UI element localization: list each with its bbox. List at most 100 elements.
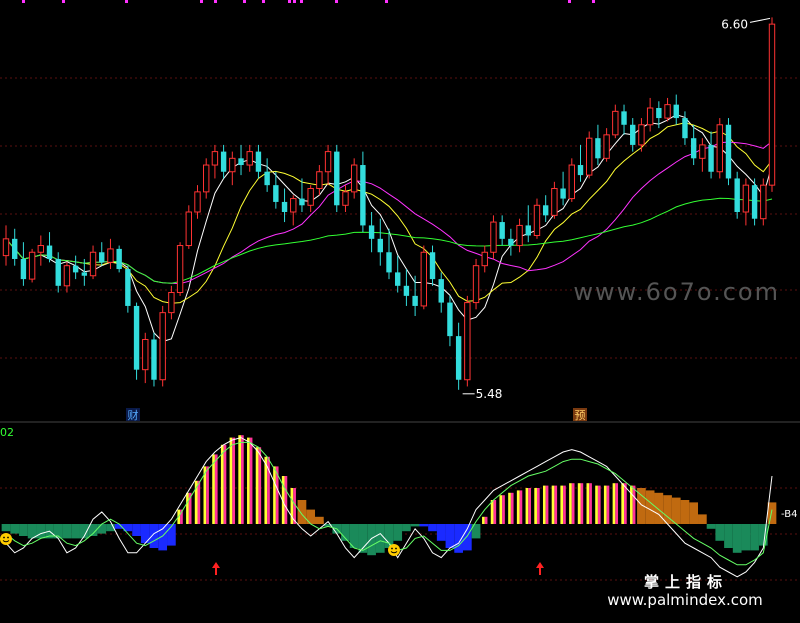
indicator-bar-yellow [273, 466, 276, 524]
candle-body-up [307, 188, 314, 206]
indicator-bar-red [493, 500, 497, 524]
indicator-bar-negative [750, 524, 759, 551]
candle-body-up [342, 191, 349, 206]
indicator-bar-negative [715, 524, 725, 541]
buy-arrow-icon [536, 562, 544, 575]
indicator-bar-negative [1, 524, 11, 532]
candle-body-down [734, 178, 740, 212]
indicator-bar-orange [680, 500, 690, 524]
candle-body-down [151, 339, 157, 380]
indicator-bar-negative [149, 524, 159, 548]
chart-stage: www.6o7o.com 6.60 5.48 财 预 02 -B4 掌上指标 www.palmi… [0, 0, 800, 623]
chart-canvas: www.6o7o.com 6.60 5.48 财 预 02 -B4 掌上指标www.palmi… [0, 0, 800, 609]
candle-body-up [229, 157, 236, 173]
smiley-eye [395, 547, 397, 550]
top-signal-dot [22, 0, 25, 3]
candle-body-down [395, 272, 401, 286]
candle-body-down [299, 198, 305, 206]
candle-body-up [490, 221, 497, 253]
smiley-eye [3, 536, 5, 539]
indicator-bar-yellow [630, 485, 633, 524]
indicator-bar-red [241, 435, 244, 524]
indicator-bar-negative [741, 524, 751, 551]
indicator-bar-negative [367, 524, 376, 556]
indicator-bar-orange [671, 497, 681, 524]
indicator-bar-yellow [560, 485, 564, 524]
candle-body-down [264, 171, 270, 186]
candle-body-up [420, 251, 428, 307]
candle-body-down [751, 185, 758, 219]
indicator-bar-red [536, 488, 540, 524]
indicator-bar-red [597, 485, 601, 524]
candle-body-up [699, 144, 706, 159]
indicator-bar-red [624, 483, 627, 524]
candle-body-down [682, 118, 688, 139]
indicator-bar-negative [10, 524, 20, 534]
moving-average-line [5, 114, 773, 343]
candle-body-down [725, 124, 732, 179]
indicator-bar-yellow [238, 435, 242, 524]
candle-body-up [533, 204, 541, 236]
candle-body-up [37, 245, 45, 253]
candle-body-down [690, 138, 697, 159]
candle-body-up [612, 110, 619, 136]
candle-body-up [464, 302, 471, 381]
candle-body-up [646, 107, 654, 126]
candle-body-down [55, 258, 61, 286]
top-signal-dot [300, 0, 303, 3]
indicator-bar-negative [114, 524, 124, 529]
candle-body-down [238, 158, 244, 166]
candle-body-down [542, 205, 549, 216]
indicator-bar-negative [402, 524, 411, 532]
candle-body-up [324, 151, 332, 173]
candle-body-down [525, 225, 531, 236]
top-signal-dot [592, 0, 595, 3]
top-signal-dot [200, 0, 203, 3]
indicator-bar-red [232, 437, 236, 524]
indicator-bar-yellow [595, 485, 598, 524]
indicator-bar-yellow [577, 483, 581, 524]
candle-body-down [368, 225, 375, 239]
candle-body-down [133, 305, 140, 370]
smiley-eye [391, 547, 393, 550]
candle-body-up [211, 151, 219, 166]
indicator-bar-negative [410, 524, 420, 527]
indicator-bar-yellow [499, 495, 503, 524]
indicator-bar-red [206, 466, 209, 524]
candle-body-up [194, 191, 201, 213]
indicator-bar-red [589, 483, 592, 524]
candle-body-up [246, 151, 253, 166]
candle-body-down [630, 124, 636, 145]
candle-body-down [255, 151, 262, 172]
candle-body-down [577, 165, 584, 176]
candle-body-up [290, 198, 297, 213]
candle-body-up [481, 251, 488, 267]
top-signal-dot [243, 0, 246, 3]
indicator-bar-negative [428, 524, 437, 532]
candle-body-up [142, 338, 149, 371]
indicator-bar-yellow [508, 492, 511, 524]
candle-body-down [403, 285, 410, 296]
candle-body-down [99, 252, 105, 263]
indicator-bar-red [545, 485, 549, 524]
candle-body-up [159, 312, 166, 381]
indicator-bar-negative [19, 524, 28, 536]
candle-body-up [664, 104, 671, 119]
candle-body-down [20, 258, 27, 280]
indicator-bar-red [606, 485, 610, 524]
candle-body-down [360, 165, 366, 226]
indicator-bar-yellow [569, 483, 572, 524]
candle-body-down [125, 269, 131, 306]
candle-body-up [176, 245, 184, 294]
candle-body-up [551, 188, 558, 216]
smiley-eye [7, 536, 9, 539]
indicator-bar-negative [62, 524, 72, 539]
candle-body-down [12, 238, 18, 259]
indicator-bar-yellow [229, 437, 233, 524]
candle-body-down [560, 188, 566, 199]
indicator-bar-red [554, 485, 558, 524]
top-signal-dot [335, 0, 338, 3]
indicator-bar-orange [698, 514, 707, 524]
candle-body-up [107, 248, 114, 263]
indicator-bar-yellow [482, 516, 485, 524]
